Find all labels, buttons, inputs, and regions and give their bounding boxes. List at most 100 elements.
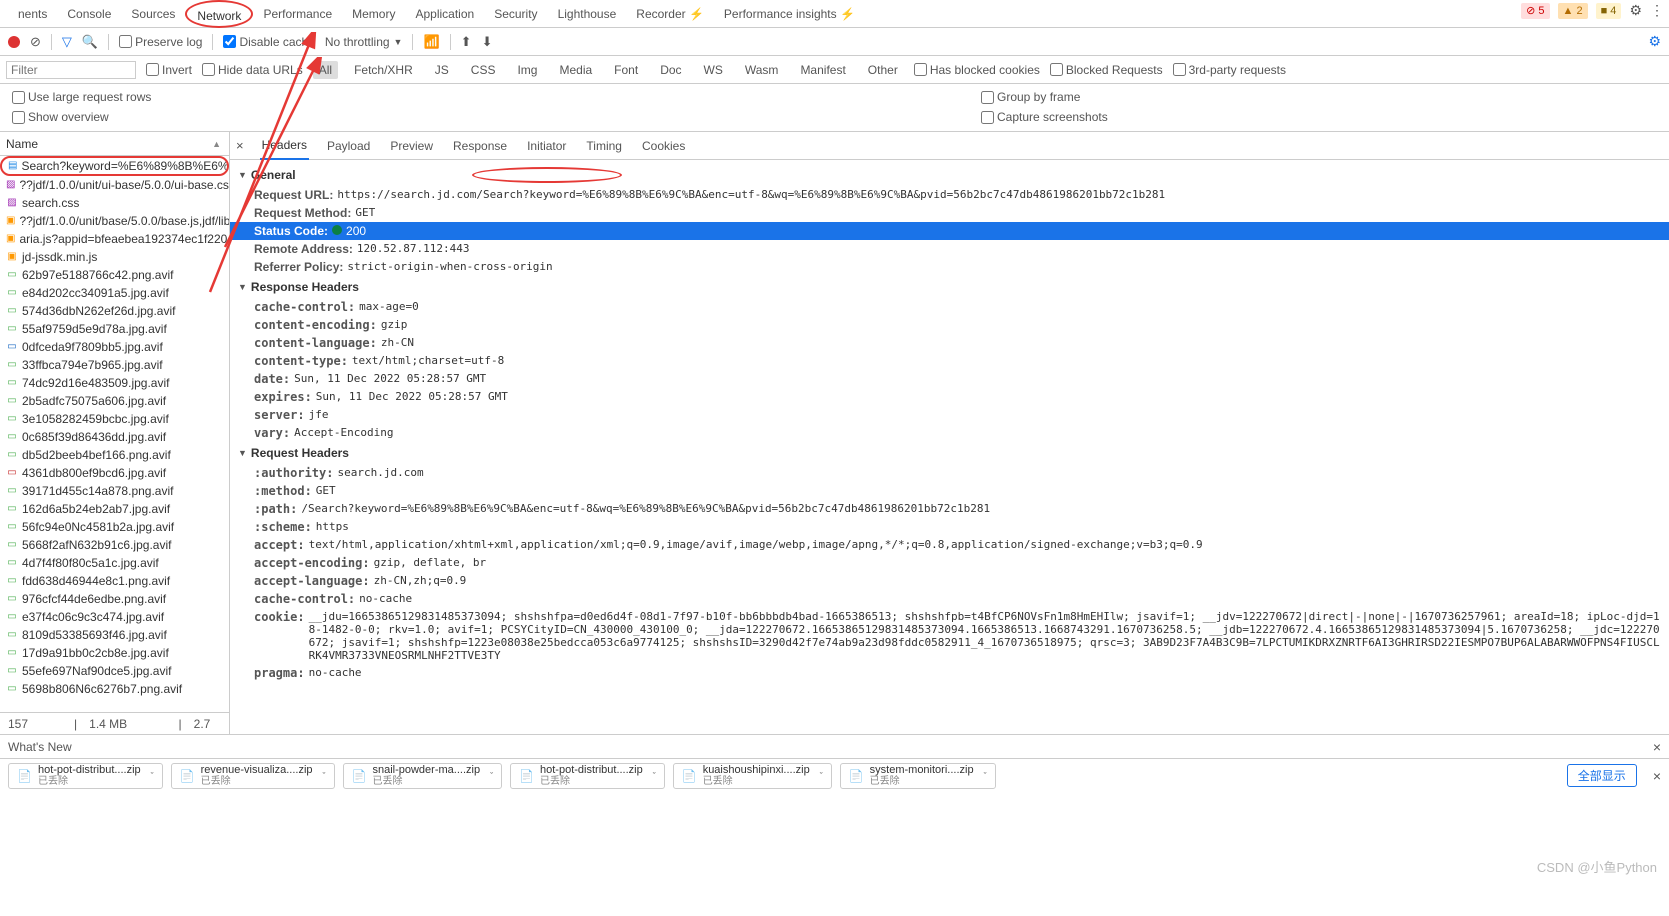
close-detail-icon[interactable]: × — [236, 138, 244, 153]
request-item[interactable]: ▣aria.js?appid=bfeaebea192374ec1f22045 — [0, 230, 229, 248]
download-item[interactable]: 📄kuaishoushipinxi....zip已丢除ˇ — [673, 763, 832, 789]
tab-initiator[interactable]: Initiator — [525, 139, 568, 153]
group-by-frame-checkbox[interactable]: Group by frame — [981, 90, 1657, 104]
download-item[interactable]: 📄revenue-visualiza....zip已丢除ˇ — [171, 763, 335, 789]
warning-count[interactable]: ▲ 2 — [1558, 3, 1588, 19]
settings-icon[interactable]: ⚙ — [1629, 2, 1642, 19]
request-item[interactable]: ▭55af9759d5e9d78a.jpg.avif — [0, 320, 229, 338]
section-general[interactable]: General — [230, 164, 1669, 186]
request-item[interactable]: ▭33ffbca794e7b965.jpg.avif — [0, 356, 229, 374]
tab-preview[interactable]: Preview — [388, 139, 435, 153]
download-item[interactable]: 📄snail-powder-ma....zip已丢除ˇ — [343, 763, 503, 789]
request-item[interactable]: ▭39171d455c14a878.png.avif — [0, 482, 229, 500]
tab-performance[interactable]: Performance — [253, 0, 342, 28]
section-response-headers[interactable]: Response Headers — [230, 276, 1669, 298]
request-item[interactable]: ▭55efe697Naf90dce5.jpg.avif — [0, 662, 229, 680]
request-item[interactable]: ▭e84d202cc34091a5.jpg.avif — [0, 284, 229, 302]
tab-console[interactable]: Console — [57, 0, 121, 28]
request-item[interactable]: ▭db5d2beeb4bef166.png.avif — [0, 446, 229, 464]
info-count[interactable]: ■ 4 — [1596, 3, 1622, 19]
invert-checkbox[interactable]: Invert — [146, 63, 192, 77]
throttling-select[interactable]: No throttling ▼ — [325, 35, 403, 49]
filter-wasm[interactable]: Wasm — [739, 61, 785, 79]
request-item[interactable]: ▣jd-jssdk.min.js — [0, 248, 229, 266]
request-item[interactable]: ▭0dfceda9f7809bb5.jpg.avif — [0, 338, 229, 356]
request-item[interactable]: ▤Search?keyword=%E6%89%8B%E6%9C% — [0, 156, 229, 176]
tab-headers[interactable]: Headers — [260, 132, 309, 160]
tab-security[interactable]: Security — [484, 0, 547, 28]
request-item[interactable]: ▨search.css — [0, 194, 229, 212]
network-settings-icon[interactable]: ⚙ — [1648, 33, 1661, 50]
wifi-icon[interactable]: 📶 — [423, 34, 439, 50]
filter-input[interactable] — [6, 61, 136, 79]
upload-icon[interactable]: ⬆ — [461, 34, 472, 50]
capture-screenshots-checkbox[interactable]: Capture screenshots — [981, 110, 1657, 124]
blocked-cookies-checkbox[interactable]: Has blocked cookies — [914, 63, 1040, 77]
tab-perf-insights[interactable]: Performance insights ⚡ — [714, 0, 865, 28]
request-item[interactable]: ▭62b97e5188766c42.png.avif — [0, 266, 229, 284]
download-item[interactable]: 📄system-monitori....zip已丢除ˇ — [840, 763, 996, 789]
request-item[interactable]: ▭4d7f4f80f80c5a1c.jpg.avif — [0, 554, 229, 572]
search-icon[interactable]: 🔍 — [82, 34, 98, 50]
filter-img[interactable]: Img — [511, 61, 543, 79]
request-item[interactable]: ▭976cfcf44de6edbe.png.avif — [0, 590, 229, 608]
filter-other[interactable]: Other — [862, 61, 904, 79]
close-downloads-icon[interactable]: × — [1653, 768, 1661, 784]
filter-css[interactable]: CSS — [465, 61, 502, 79]
filter-media[interactable]: Media — [553, 61, 598, 79]
section-request-headers[interactable]: Request Headers — [230, 442, 1669, 464]
third-party-checkbox[interactable]: 3rd-party requests — [1173, 63, 1286, 77]
request-item[interactable]: ▭8109d53385693f46.jpg.avif — [0, 626, 229, 644]
request-item[interactable]: ▭574d36dbN262ef26d.jpg.avif — [0, 302, 229, 320]
request-item[interactable]: ▭fdd638d46944e8c1.png.avif — [0, 572, 229, 590]
more-icon[interactable]: ⋮ — [1650, 2, 1664, 19]
clear-icon[interactable]: ⊘ — [30, 34, 41, 50]
column-name-header[interactable]: Name▲ — [0, 132, 229, 156]
tab-application[interactable]: Application — [405, 0, 484, 28]
request-item[interactable]: ▭4361db800ef9bcd6.jpg.avif — [0, 464, 229, 482]
request-item[interactable]: ▭2b5adfc75075a606.jpg.avif — [0, 392, 229, 410]
request-item[interactable]: ▭5698b806N6c6276b7.png.avif — [0, 680, 229, 698]
request-item[interactable]: ▭56fc94e0Nc4581b2a.jpg.avif — [0, 518, 229, 536]
request-item[interactable]: ▭3e1058282459bcbc.jpg.avif — [0, 410, 229, 428]
tab-payload[interactable]: Payload — [325, 139, 372, 153]
request-item[interactable]: ▭5668f2afN632b91c6.jpg.avif — [0, 536, 229, 554]
request-item[interactable]: ▭162d6a5b24eb2ab7.jpg.avif — [0, 500, 229, 518]
disable-cache-checkbox[interactable]: Disable cache — [223, 35, 314, 49]
filter-fetch-xhr[interactable]: Fetch/XHR — [348, 61, 419, 79]
filter-all[interactable]: All — [313, 61, 338, 79]
tab-elements[interactable]: nents — [8, 0, 57, 28]
tab-response[interactable]: Response — [451, 139, 509, 153]
filter-font[interactable]: Font — [608, 61, 644, 79]
filter-manifest[interactable]: Manifest — [794, 61, 851, 79]
blocked-requests-checkbox[interactable]: Blocked Requests — [1050, 63, 1163, 77]
download-icon[interactable]: ⬇ — [482, 34, 493, 50]
close-icon[interactable]: × — [1653, 735, 1661, 759]
show-overview-checkbox[interactable]: Show overview — [12, 110, 957, 124]
request-item[interactable]: ▭0c685f39d86436dd.jpg.avif — [0, 428, 229, 446]
download-item[interactable]: 📄hot-pot-distribut....zip已丢除ˇ — [510, 763, 665, 789]
download-item[interactable]: 📄hot-pot-distribut....zip已丢除ˇ — [8, 763, 163, 789]
tab-memory[interactable]: Memory — [342, 0, 405, 28]
tab-sources[interactable]: Sources — [121, 0, 185, 28]
show-all-button[interactable]: 全部显示 — [1567, 764, 1637, 787]
request-item[interactable]: ▭e37f4c06c9c3c474.jpg.avif — [0, 608, 229, 626]
request-item[interactable]: ▨??jdf/1.0.0/unit/ui-base/5.0.0/ui-base.… — [0, 176, 229, 194]
tab-network[interactable]: Network — [185, 0, 253, 28]
filter-js[interactable]: JS — [429, 61, 455, 79]
request-item[interactable]: ▭74dc92d16e483509.jpg.avif — [0, 374, 229, 392]
error-count[interactable]: ⊘ 5 — [1521, 3, 1549, 19]
preserve-log-checkbox[interactable]: Preserve log — [119, 35, 202, 49]
filter-icon[interactable]: ▽ — [62, 34, 72, 50]
request-item[interactable]: ▭17d9a91bb0c2cb8e.jpg.avif — [0, 644, 229, 662]
filter-ws[interactable]: WS — [698, 61, 729, 79]
tab-cookies[interactable]: Cookies — [640, 139, 687, 153]
tab-lighthouse[interactable]: Lighthouse — [548, 0, 627, 28]
request-item[interactable]: ▣??jdf/1.0.0/unit/base/5.0.0/base.js,jdf… — [0, 212, 229, 230]
record-icon[interactable] — [8, 36, 20, 48]
large-rows-checkbox[interactable]: Use large request rows — [12, 90, 957, 104]
tab-recorder[interactable]: Recorder ⚡ — [626, 0, 714, 28]
tab-timing[interactable]: Timing — [584, 139, 624, 153]
filter-doc[interactable]: Doc — [654, 61, 687, 79]
hide-data-urls-checkbox[interactable]: Hide data URLs — [202, 63, 303, 77]
